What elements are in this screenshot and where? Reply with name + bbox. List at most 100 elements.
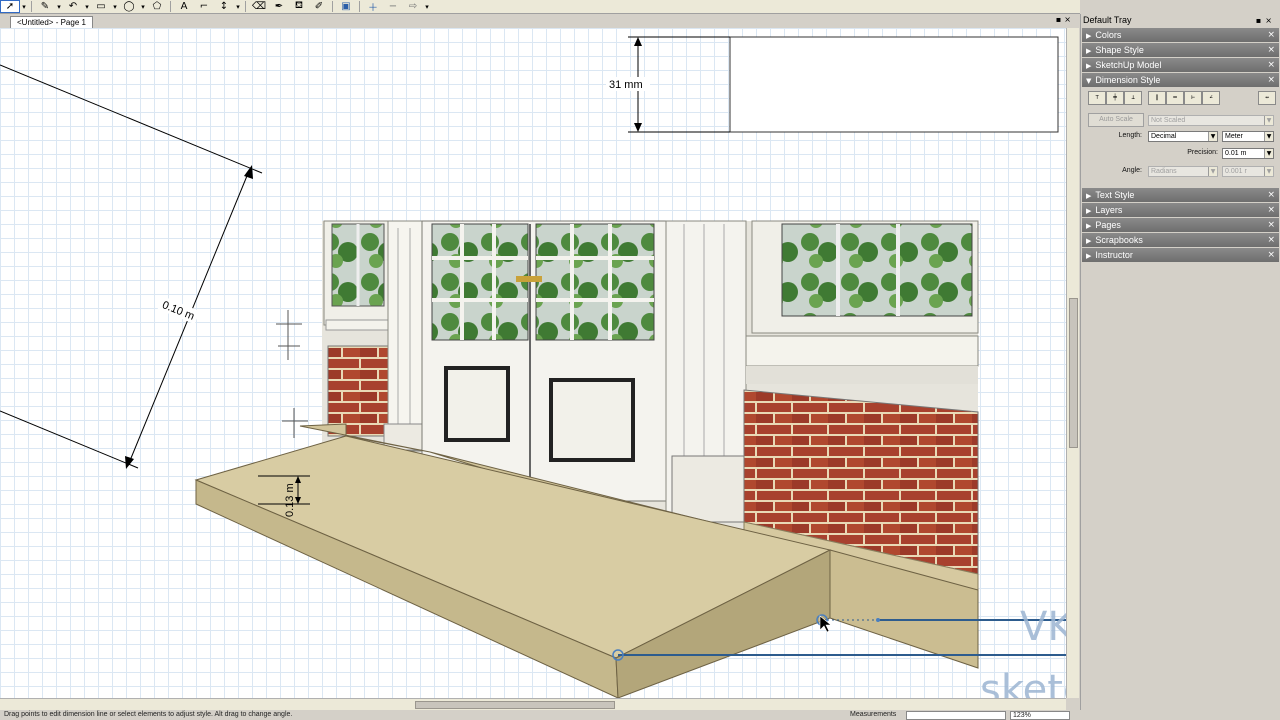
dim-align-center-button[interactable]: ╪ xyxy=(1106,91,1124,105)
vertical-scrollbar[interactable] xyxy=(1066,28,1079,698)
document-window-controls[interactable]: ▪× xyxy=(1056,15,1074,24)
close-icon[interactable]: × xyxy=(1267,248,1275,262)
chevron-down-icon[interactable]: ▾ xyxy=(55,3,63,11)
arc-icon: ↶ xyxy=(68,1,78,12)
dim-text-horizontal-button[interactable]: ═ xyxy=(1166,91,1184,105)
tray-window-controls[interactable]: ▪× xyxy=(1256,14,1276,27)
tab-untitled-page-1[interactable]: <Untitled> - Page 1 xyxy=(10,16,93,28)
close-icon[interactable]: × xyxy=(1267,43,1275,57)
arc-tool-button[interactable]: ↶ xyxy=(63,0,83,13)
panel-pages[interactable]: ▶ Pages × xyxy=(1082,218,1279,232)
style-painter-icon: ✐ xyxy=(314,1,324,12)
chevron-down-icon[interactable]: ▾ xyxy=(111,3,119,11)
panel-title: Layers xyxy=(1095,205,1123,215)
panel-sketchup-model[interactable]: ▶ SketchUp Model × xyxy=(1082,58,1279,72)
dimension-tool-button[interactable]: ↕ xyxy=(214,0,234,13)
pencil-tool-button[interactable]: ✎ xyxy=(35,0,55,13)
panel-title: Instructor xyxy=(1095,250,1133,260)
panel-layers[interactable]: ▶ Layers × xyxy=(1082,203,1279,217)
panel-shape-style[interactable]: ▶ Shape Style × xyxy=(1082,43,1279,57)
chevron-down-icon: ▼ xyxy=(1208,167,1217,176)
chevron-down-icon[interactable]: ▾ xyxy=(139,3,147,11)
dim-text-perpendicular-button[interactable]: ⊢ xyxy=(1184,91,1202,105)
precision-label: Precision: xyxy=(1187,149,1218,156)
panel-dimension-style[interactable]: ▼ Dimension Style × xyxy=(1082,73,1279,87)
close-icon[interactable]: × xyxy=(1064,15,1074,24)
arrow-icon xyxy=(634,37,642,46)
length-format-select[interactable]: Decimal ▼ xyxy=(1148,131,1218,142)
measurements-input[interactable] xyxy=(906,711,1006,720)
dim-text-parallel-button[interactable]: ∥ xyxy=(1148,91,1166,105)
drawing-canvas[interactable]: 31 mm 0.10 m 0.13 m VK sket xyxy=(0,28,1066,698)
dim-arrows-button[interactable]: ↔ xyxy=(1258,91,1276,105)
close-icon[interactable]: × xyxy=(1267,203,1275,217)
angle-precision-value: 0.001 r xyxy=(1225,168,1247,175)
length-unit-select[interactable]: Meter ▼ xyxy=(1222,131,1274,142)
door-handle xyxy=(516,276,542,282)
close-icon[interactable]: × xyxy=(1267,58,1275,72)
close-icon[interactable]: × xyxy=(1267,218,1275,232)
precision-select[interactable]: 0.01 m ▼ xyxy=(1222,148,1274,159)
close-icon[interactable]: × xyxy=(1267,188,1275,202)
circle-tool-button[interactable]: ◯ xyxy=(119,0,139,13)
remove-page-button[interactable]: − xyxy=(383,0,403,13)
next-page-button[interactable]: ⇨ xyxy=(403,0,423,13)
label-tool-button[interactable]: ⌐ xyxy=(194,0,214,13)
polygon-tool-button[interactable]: ⬠ xyxy=(147,0,167,13)
grip-handle[interactable] xyxy=(876,618,880,622)
close-icon[interactable]: × xyxy=(1267,233,1275,247)
toolbar-divider xyxy=(31,1,32,12)
chevron-down-icon[interactable]: ▾ xyxy=(234,3,242,11)
style-painter-tool-button[interactable]: ✐ xyxy=(309,0,329,13)
chevron-right-icon: ▶ xyxy=(1086,192,1092,200)
select-tool-button[interactable]: ➚ xyxy=(0,0,20,13)
vertical-scroll-thumb[interactable] xyxy=(1069,298,1078,448)
eraser-tool-button[interactable]: ⌫ xyxy=(249,0,269,13)
toolbar-divider xyxy=(332,1,333,12)
panel-title: SketchUp Model xyxy=(1095,60,1162,70)
viewport-frame[interactable] xyxy=(729,36,1059,133)
panel-scrapbooks[interactable]: ▶ Scrapbooks × xyxy=(1082,233,1279,247)
auto-scale-button[interactable]: Auto Scale xyxy=(1088,113,1144,127)
chevron-right-icon: ▶ xyxy=(1086,32,1092,40)
panel-colors[interactable]: ▶ Colors × xyxy=(1082,28,1279,42)
dim-align-above-button[interactable]: ⊤ xyxy=(1088,91,1106,105)
chevron-right-icon: ▶ xyxy=(1086,62,1092,70)
close-icon[interactable]: × xyxy=(1267,73,1275,87)
scale-select[interactable]: Not Scaled ▼ xyxy=(1148,115,1274,126)
close-icon[interactable]: × xyxy=(1267,28,1275,42)
chevron-down-icon: ▼ xyxy=(1208,132,1217,141)
angle-precision-select[interactable]: 0.001 r ▼ xyxy=(1222,166,1274,177)
dim-perpendicular-icon: ⊢ xyxy=(1191,94,1195,101)
status-message: Drag points to edit dimension line or se… xyxy=(4,711,293,718)
horizontal-scrollbar[interactable] xyxy=(0,698,1066,710)
chevron-down-icon[interactable]: ▾ xyxy=(423,3,431,11)
presentation-button[interactable]: ▣ xyxy=(336,0,356,13)
eyedropper-tool-button[interactable]: ✒ xyxy=(269,0,289,13)
panel-title: Pages xyxy=(1095,220,1121,230)
chevron-down-icon[interactable]: ▾ xyxy=(20,3,28,11)
pin-icon[interactable]: ▪ xyxy=(1256,16,1265,25)
panel-instructor[interactable]: ▶ Instructor × xyxy=(1082,248,1279,262)
toolbar-divider xyxy=(245,1,246,12)
paint-bucket-tool-button[interactable]: ⛾ xyxy=(289,0,309,13)
zoom-select[interactable]: 123% xyxy=(1010,711,1070,720)
dim-align-below-button[interactable]: ⊥ xyxy=(1124,91,1142,105)
dimension-label-31mm[interactable]: 31 mm xyxy=(609,79,643,91)
dimension-label-013m[interactable]: 0.13 m xyxy=(284,483,296,517)
layout-app-window: ➚ ▾ ✎ ▾ ↶ ▾ ▭ ▾ ◯ ▾ ⬠ A ⌐ ↕ ▾ ⌫ ✒ ⛾ ✐ ▣ … xyxy=(0,0,1280,720)
chevron-right-icon: ▶ xyxy=(1086,252,1092,260)
chevron-down-icon: ▼ xyxy=(1264,149,1273,158)
add-page-icon: ＋ xyxy=(368,3,378,14)
text-tool-button[interactable]: A xyxy=(174,0,194,13)
close-icon[interactable]: × xyxy=(1265,16,1276,25)
dim-text-angled-button[interactable]: ∠ xyxy=(1202,91,1220,105)
panel-text-style[interactable]: ▶ Text Style × xyxy=(1082,188,1279,202)
horizontal-scroll-thumb[interactable] xyxy=(415,701,615,709)
chevron-down-icon[interactable]: ▾ xyxy=(83,3,91,11)
chevron-right-icon: ▶ xyxy=(1086,207,1092,215)
add-page-button[interactable]: ＋ xyxy=(363,0,383,14)
rectangle-tool-button[interactable]: ▭ xyxy=(91,0,111,13)
angle-unit-select[interactable]: Radians ▼ xyxy=(1148,166,1218,177)
chevron-right-icon: ▶ xyxy=(1086,47,1092,55)
